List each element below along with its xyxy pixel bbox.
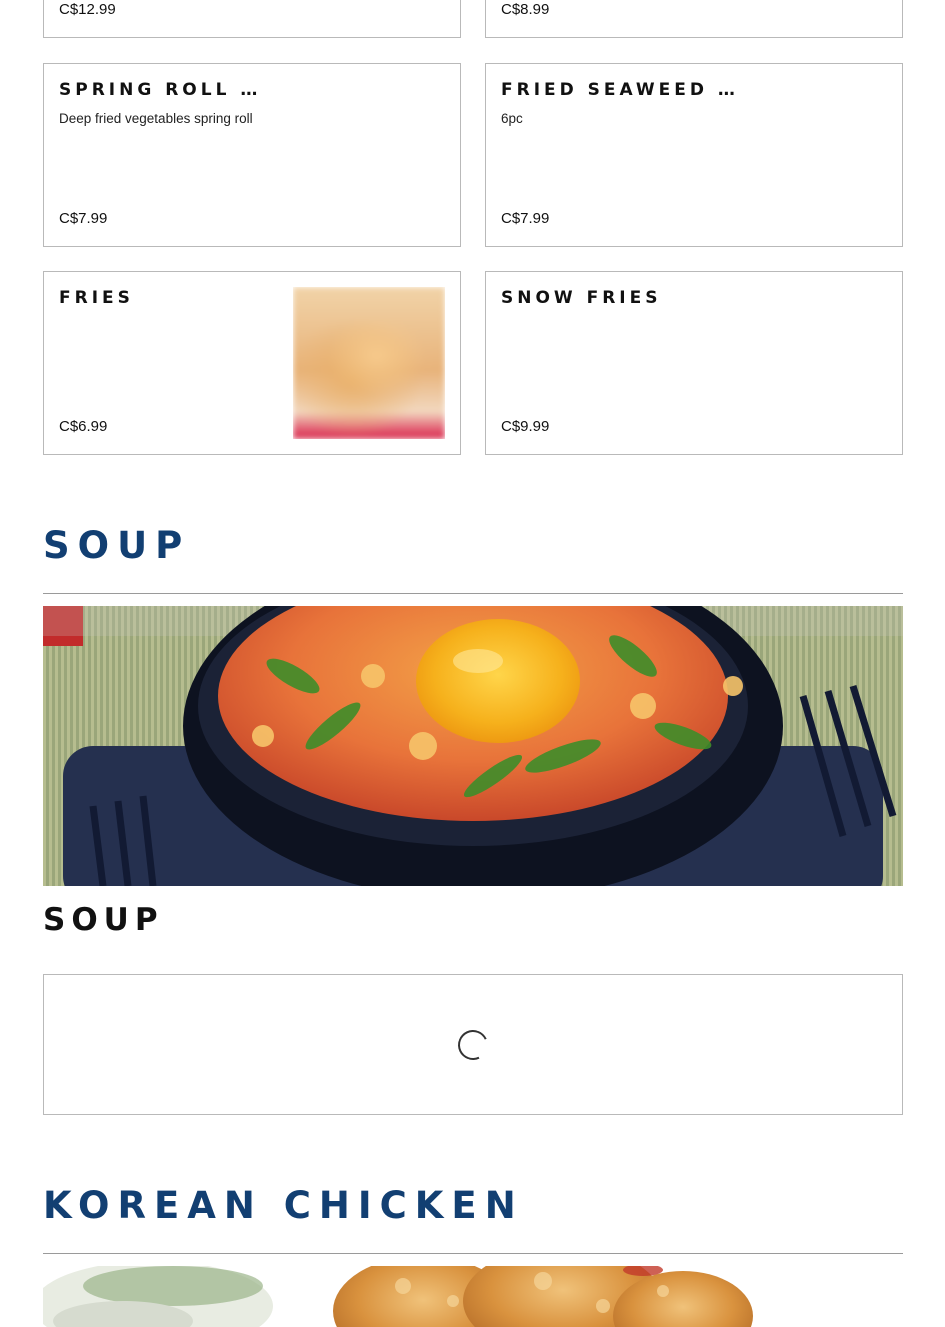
item-price: C$8.99 xyxy=(501,1,550,18)
item-description: Deep fried vegetables spring roll xyxy=(59,111,253,126)
fries-image xyxy=(293,287,445,439)
soup-banner-image xyxy=(43,606,903,886)
section-divider xyxy=(43,1253,903,1254)
item-price: C$12.99 xyxy=(59,1,116,18)
item-photo xyxy=(293,287,445,439)
menu-item-card[interactable]: C$12.99 xyxy=(43,0,461,38)
section-title-soup: SOUP xyxy=(43,524,191,567)
soup-photo xyxy=(43,606,903,886)
item-name: SNOW FRIES xyxy=(501,288,662,308)
item-name: FRIES xyxy=(59,288,134,308)
item-price: C$9.99 xyxy=(501,418,550,435)
item-name: FRIED SEAWEED … xyxy=(501,80,739,100)
loading-spinner-icon xyxy=(453,1025,493,1065)
menu-item-card[interactable]: C$8.99 xyxy=(485,0,903,38)
menu-item-snow-fries[interactable]: SNOW FRIES C$9.99 xyxy=(485,271,903,455)
item-price: C$7.99 xyxy=(59,210,108,227)
section-title-korean-chicken: KOREAN CHICKEN xyxy=(43,1184,524,1227)
menu-item-spring-roll[interactable]: SPRING ROLL … Deep fried vegetables spri… xyxy=(43,63,461,247)
korean-chicken-banner-image xyxy=(43,1266,903,1327)
soup-category-title: SOUP xyxy=(43,902,164,938)
item-price: C$7.99 xyxy=(501,210,550,227)
soup-items-loading xyxy=(43,974,903,1115)
menu-item-fries[interactable]: FRIES C$6.99 xyxy=(43,271,461,455)
menu-item-fried-seaweed[interactable]: FRIED SEAWEED … 6pc C$7.99 xyxy=(485,63,903,247)
korean-chicken-photo xyxy=(43,1266,903,1327)
section-divider xyxy=(43,593,903,594)
item-description: 6pc xyxy=(501,111,523,126)
item-price: C$6.99 xyxy=(59,418,108,435)
item-name: SPRING ROLL … xyxy=(59,80,262,100)
